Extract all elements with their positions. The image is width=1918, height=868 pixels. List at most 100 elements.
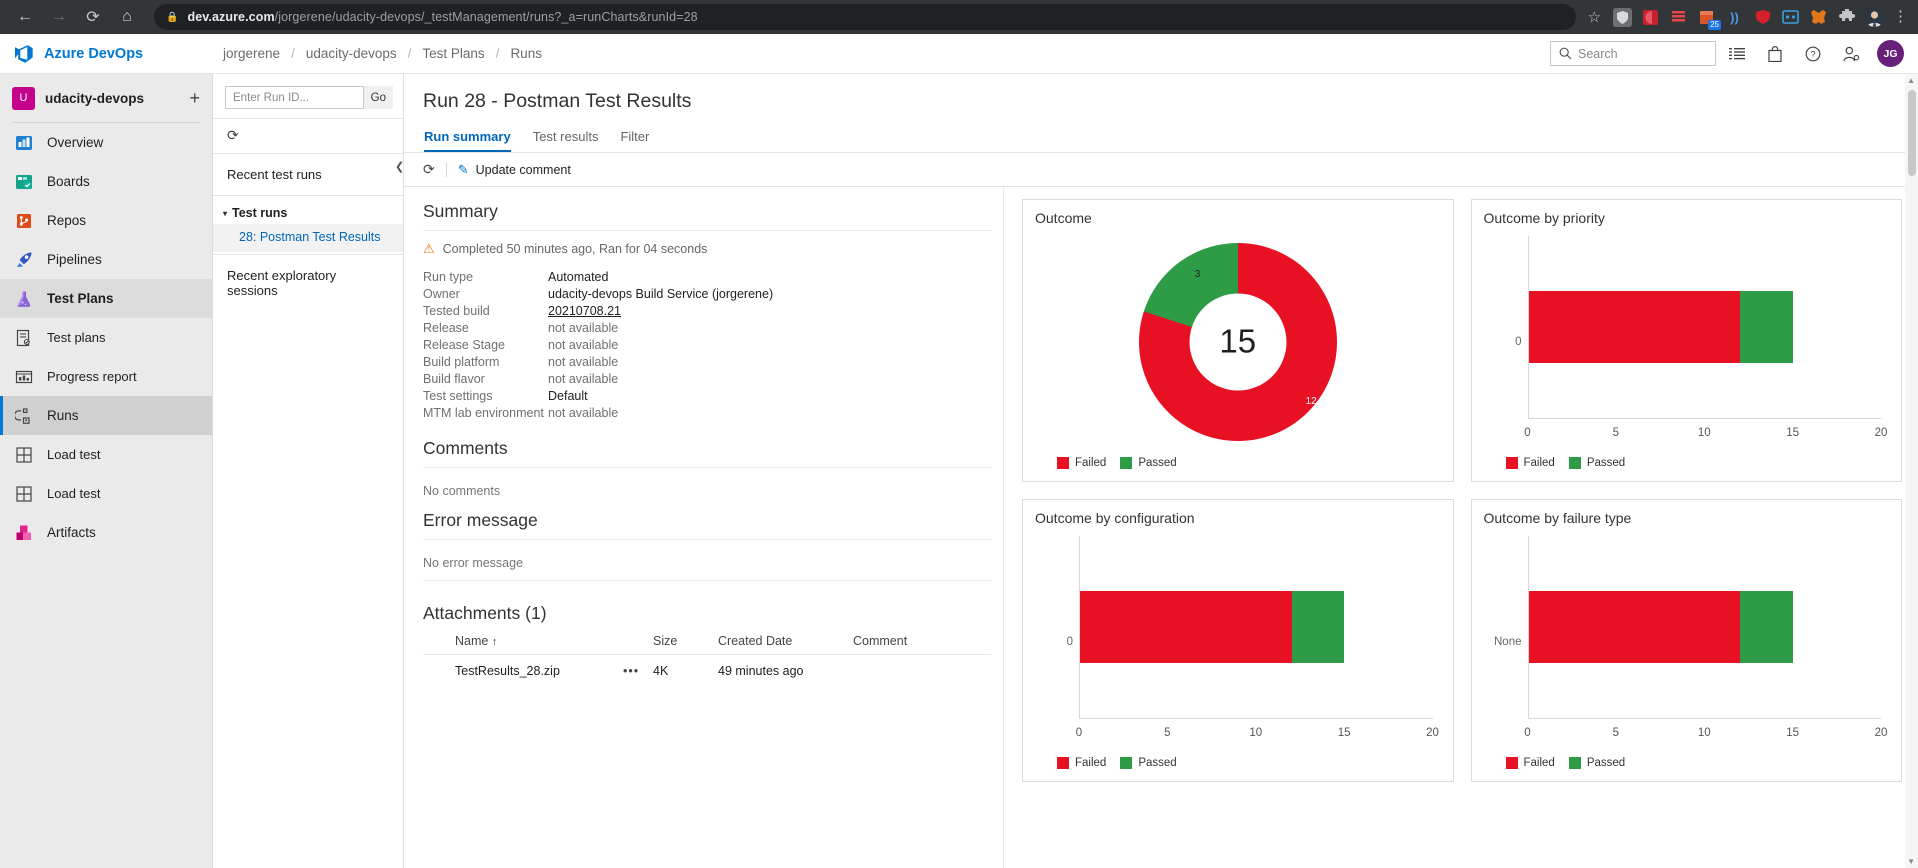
column-header-created-date[interactable]: Created Date bbox=[718, 634, 853, 648]
tab-run-summary[interactable]: Run summary bbox=[424, 129, 511, 152]
bar-segment-failed[interactable] bbox=[1528, 290, 1740, 364]
run-id-input[interactable]: Enter Run ID... bbox=[225, 86, 364, 109]
pocket-extension-icon[interactable]: 25 bbox=[1697, 8, 1721, 30]
address-bar[interactable]: 🔒 dev.azure.com/jorgerene/udacity-devops… bbox=[154, 4, 1576, 30]
bitwarden-extension-icon[interactable] bbox=[1613, 7, 1632, 27]
run-status-text: Completed 50 minutes ago, Ran for 04 sec… bbox=[442, 242, 708, 256]
error-message-body: No error message bbox=[423, 556, 524, 570]
sidebar-item-test-plans[interactable]: Test Plans bbox=[0, 279, 212, 318]
summary-field-key: MTM lab environment bbox=[423, 406, 544, 420]
breadcrumb-item-test-plans[interactable]: Test Plans bbox=[422, 46, 484, 61]
legend-item-passed[interactable]: Passed bbox=[1120, 757, 1177, 769]
chart-card-outcome: Outcome 15 12 3 Failed Passed bbox=[1022, 199, 1454, 482]
update-comment-button[interactable]: ✎ Update comment bbox=[458, 162, 571, 178]
svg-text:?: ? bbox=[1810, 49, 1815, 59]
adobe-extension-icon[interactable] bbox=[1641, 8, 1660, 27]
scroll-down-icon[interactable]: ▼ bbox=[1907, 857, 1915, 866]
vertical-scrollbar[interactable]: ▲ ▼ bbox=[1905, 74, 1918, 868]
sidebar-item-label: Load test bbox=[47, 447, 101, 462]
sidebar-item-load-test[interactable]: Load test bbox=[0, 435, 212, 474]
x-axis-tick: 5 bbox=[1164, 727, 1171, 739]
marketplace-bag-icon[interactable] bbox=[1758, 38, 1792, 70]
column-header-comment[interactable]: Comment bbox=[853, 634, 991, 648]
sidebar-item-test-plans[interactable]: Test plans bbox=[0, 318, 212, 357]
wifi-extension-icon[interactable]: )) bbox=[1725, 8, 1744, 27]
sidebar-item-runs[interactable]: Runs bbox=[0, 396, 212, 435]
legend-item-passed[interactable]: Passed bbox=[1120, 457, 1177, 469]
summary-field-value: not available bbox=[548, 372, 619, 386]
warning-triangle-icon: ⚠ bbox=[423, 241, 435, 256]
backlog-icon[interactable] bbox=[1720, 38, 1754, 70]
sidebar-item-load-test-2[interactable]: Load test bbox=[0, 474, 212, 513]
summary-field-value: not available bbox=[548, 355, 619, 369]
sidebar-item-pipelines[interactable]: Pipelines bbox=[0, 240, 212, 279]
bar-segment-passed[interactable] bbox=[1740, 590, 1793, 664]
avatar[interactable]: JG bbox=[1877, 40, 1904, 67]
summary-field-value[interactable]: 20210708.21 bbox=[548, 303, 621, 320]
test-runs-group-header[interactable]: ▾ Test runs bbox=[213, 196, 403, 222]
legend-item-passed[interactable]: Passed bbox=[1568, 757, 1625, 769]
lastpass-extension-icon[interactable] bbox=[1781, 8, 1800, 27]
metamask-extension-icon[interactable] bbox=[1809, 8, 1828, 27]
error-message-heading: Error message bbox=[423, 510, 538, 530]
bar-segment-failed[interactable] bbox=[1080, 590, 1292, 664]
x-axis-tick: 20 bbox=[1874, 727, 1888, 739]
sidebar-item-progress-report[interactable]: Progress report bbox=[0, 357, 212, 396]
bar-segment-passed[interactable] bbox=[1740, 290, 1793, 364]
test-runs-group-label: Test runs bbox=[232, 206, 288, 220]
refresh-icon[interactable]: ⟳ bbox=[423, 161, 435, 178]
legend-item-passed[interactable]: Passed bbox=[1568, 457, 1625, 469]
project-selector[interactable]: U udacity-devops + bbox=[0, 74, 212, 122]
donut-ring[interactable]: 15 12 3 bbox=[1138, 242, 1337, 441]
column-header-name[interactable]: Name ↑ bbox=[423, 634, 623, 648]
chart-card-outcome-by-configuration: Outcome by configuration 0 0 5 10 15 20 Fail… bbox=[1022, 499, 1454, 782]
grammarly-extension-icon[interactable] bbox=[1669, 8, 1688, 27]
sidebar-item-boards[interactable]: Boards bbox=[0, 162, 212, 201]
x-axis: 0 5 10 15 20 bbox=[1524, 727, 1887, 743]
sidebar-item-overview[interactable]: Overview bbox=[0, 123, 212, 162]
legend-item-failed[interactable]: Failed bbox=[1057, 757, 1106, 769]
user-settings-icon[interactable] bbox=[1834, 38, 1868, 70]
go-button[interactable]: Go bbox=[363, 86, 393, 109]
search-input[interactable]: Search bbox=[1550, 41, 1716, 66]
plus-icon[interactable]: + bbox=[189, 88, 200, 109]
table-row[interactable]: TestResults_28.zip ••• 4K 49 minutes ago bbox=[423, 655, 991, 687]
tab-test-results[interactable]: Test results bbox=[533, 129, 599, 152]
legend-item-failed[interactable]: Failed bbox=[1505, 457, 1555, 469]
help-icon[interactable]: ? bbox=[1796, 38, 1830, 70]
recent-test-runs-link[interactable]: Recent test runs bbox=[213, 154, 403, 195]
x-axis-tick: 15 bbox=[1337, 727, 1351, 739]
ublock-extension-icon[interactable] bbox=[1753, 8, 1772, 27]
ado-logo-zone[interactable]: Azure DevOps bbox=[0, 44, 213, 64]
tested-build-link[interactable]: 20210708.21 bbox=[548, 304, 621, 318]
refresh-icon[interactable]: ⟳ bbox=[227, 127, 239, 143]
breadcrumb-item-jorgerene[interactable]: jorgerene bbox=[223, 46, 280, 61]
forward-arrow-icon[interactable]: → bbox=[44, 2, 74, 32]
sidebar-item-artifacts[interactable]: Artifacts bbox=[0, 513, 212, 552]
bar-segment-failed[interactable] bbox=[1528, 590, 1740, 664]
profile-avatar-icon[interactable] bbox=[1865, 7, 1884, 27]
legend-item-failed[interactable]: Failed bbox=[1505, 757, 1555, 769]
puzzle-extension-icon[interactable] bbox=[1837, 8, 1856, 27]
recent-exploratory-sessions-link[interactable]: Recent exploratory sessions bbox=[213, 255, 403, 311]
sidebar-item-label: Overview bbox=[47, 135, 104, 150]
column-header-size[interactable]: Size bbox=[653, 634, 718, 648]
home-icon[interactable]: ⌂ bbox=[112, 2, 142, 32]
breadcrumb-item-udacity-devops[interactable]: udacity-devops bbox=[306, 46, 397, 61]
row-overflow-menu-icon[interactable]: ••• bbox=[623, 664, 653, 678]
reload-icon[interactable]: ⟳ bbox=[78, 2, 108, 32]
attachment-name[interactable]: TestResults_28.zip bbox=[423, 664, 623, 678]
back-arrow-icon[interactable]: ← bbox=[10, 2, 40, 32]
sidebar-item-repos[interactable]: Repos bbox=[0, 201, 212, 240]
chevron-left-icon[interactable]: ❮ bbox=[395, 160, 404, 173]
donut-chart-body: 15 12 3 bbox=[1035, 226, 1441, 457]
runs-list-pane: Enter Run ID... Go ⟳ Recent test runs ▾ … bbox=[213, 74, 404, 868]
bookmark-star-icon[interactable]: ☆ bbox=[1588, 8, 1601, 26]
breadcrumb-item-runs[interactable]: Runs bbox=[510, 46, 542, 61]
tab-filter[interactable]: Filter bbox=[620, 129, 649, 152]
summary-field-row: MTM lab environment not available bbox=[423, 405, 1003, 422]
bar-segment-passed[interactable] bbox=[1291, 590, 1345, 664]
legend-item-failed[interactable]: Failed bbox=[1057, 457, 1106, 469]
run-list-item-28[interactable]: 28: Postman Test Results bbox=[213, 224, 403, 252]
section-rule bbox=[423, 467, 991, 468]
